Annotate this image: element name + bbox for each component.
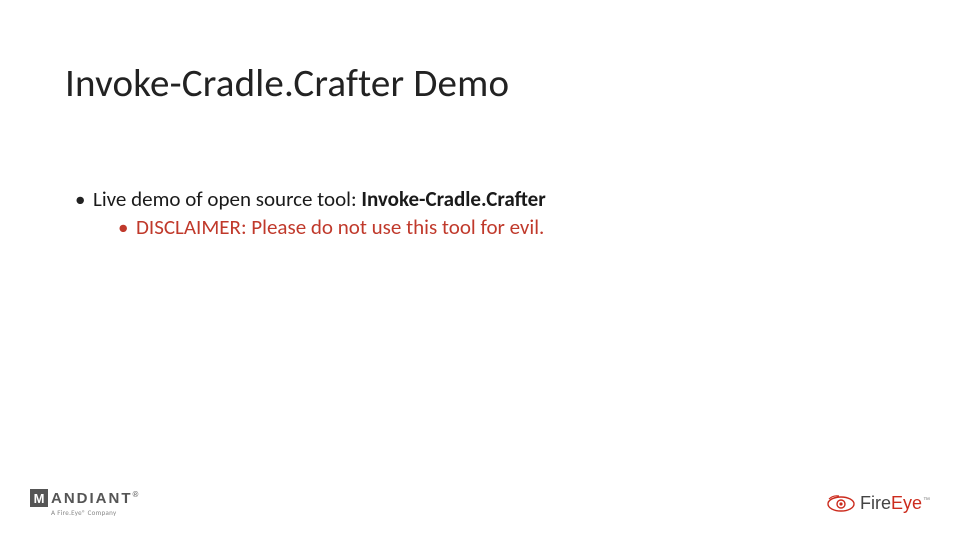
slide: Invoke-Cradle.Crafter Demo Live demo of …	[0, 0, 960, 540]
slide-body: Live demo of open source tool: Invoke-Cr…	[75, 185, 546, 246]
slide-title: Invoke-Cradle.Crafter Demo	[65, 60, 509, 107]
fireeye-eye-icon	[826, 495, 856, 513]
footer: M ANDIANT® A Fire.Eye® Company FireEye™	[0, 472, 960, 522]
bullet-level-2-disclaimer: DISCLAIMER: Please do not use this tool …	[118, 213, 546, 241]
mandiant-logo: M ANDIANT® A Fire.Eye® Company	[30, 489, 140, 517]
bullet-1-text: Live demo of open source tool:	[93, 186, 361, 212]
trademark-mark: ™	[923, 497, 930, 504]
mandiant-wordmark: ANDIANT®	[51, 490, 140, 507]
bullet-level-1: Live demo of open source tool: Invoke-Cr…	[75, 185, 546, 242]
mandiant-logo-main: M ANDIANT®	[30, 489, 140, 507]
fireeye-wordmark: FireEye™	[860, 493, 930, 514]
mandiant-subtext: A Fire.Eye® Company	[51, 508, 140, 517]
registered-mark: ®	[133, 490, 141, 499]
bullet-1-tool-name: Invoke-Cradle.Crafter	[361, 186, 545, 212]
mandiant-m-icon: M	[30, 489, 48, 507]
fireeye-logo: FireEye™	[826, 493, 930, 514]
